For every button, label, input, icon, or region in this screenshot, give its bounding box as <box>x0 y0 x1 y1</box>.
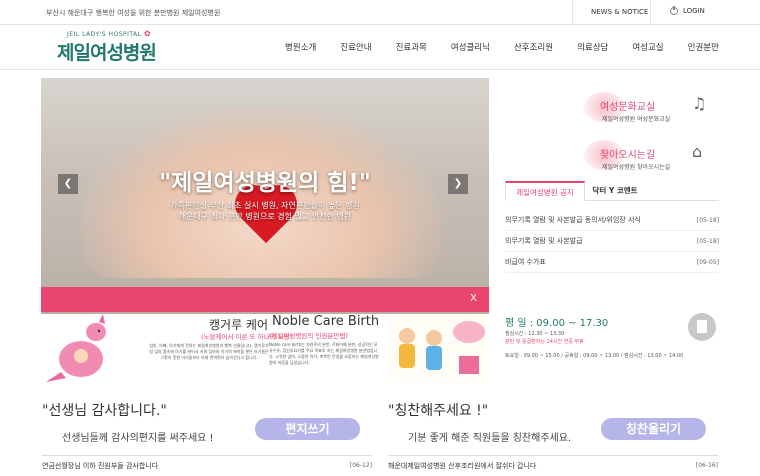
list-item[interactable]: 비급여 수가표 [09-05] <box>505 252 719 273</box>
letter-date: [06-12] <box>349 462 372 469</box>
praise-title: 해운대제일여성병원 산후조리원에서 잘쉬다 갑니다 <box>388 462 537 470</box>
nav-item[interactable]: 진료과목 <box>396 41 427 53</box>
noble-subtitle: (제일여성병원의 인권분만법) <box>269 332 348 340</box>
hospital-logo[interactable]: JEIL LADY'S HOSPITAL ✿ 제일여성병원 <box>57 29 157 65</box>
thanks-section: "선생님 감사합니다." 선생님들께 감사의편지를 써주세요 ! 편지쓰기 <box>42 400 372 444</box>
hero-subtext: 해운대구 최다 분만 병원으로 경험 많고 안전한 병원 <box>178 212 352 221</box>
news-notice-link[interactable]: NEWS & NOTICE <box>591 8 648 16</box>
nav-item[interactable]: 여성교실 <box>632 41 663 53</box>
hero-headline: "제일여성병원의 힘!" <box>159 170 371 196</box>
home-icon: ⌂ <box>692 142 703 161</box>
logo-korean: 제일여성병원 <box>57 42 157 64</box>
write-letter-button[interactable]: 편지쓰기 <box>255 418 360 440</box>
notice-title: 의무기록 열람 및 사본발급 동의서/위임장 서식 <box>505 216 641 224</box>
list-item[interactable]: 연금선월장님 이하 진원부들 감사합니다 [06-12] <box>42 455 372 475</box>
noble-body: Noble care birth는 자연주의 분만, 르봐이예 분만, 성공적인… <box>269 342 379 365</box>
nav-item[interactable]: 여성클리닉 <box>451 41 490 53</box>
logo-english: JEIL LADY'S HOSPITAL <box>67 31 142 38</box>
praise-section: "칭찬해주세요 !" 기분 좋게 해준 직원들을 칭찬해주세요. 칭찬올리기 <box>388 400 718 444</box>
letter-title: 연금선월장님 이하 진원부들 감사합니다 <box>42 462 159 470</box>
post-praise-button[interactable]: 칭찬올리기 <box>601 418 706 440</box>
login-label: LOGIN <box>683 7 705 15</box>
list-item[interactable]: 의무기록 열람 및 사본발급 [05-18] <box>505 231 719 252</box>
side-link-title: 찾아오시는길 <box>600 150 656 161</box>
side-link-desc: 제일여성병원 여성문화교실 <box>602 116 671 123</box>
divider <box>572 0 573 25</box>
side-link-title: 여성문화교실 <box>600 102 656 113</box>
nav-item[interactable]: 산후조리원 <box>514 41 553 53</box>
side-links: 여성문화교실 제일여성병원 여성문화교실 ♫ 찾아오시는길 제일여성병원 찾아오… <box>584 92 724 188</box>
prev-slide-button[interactable]: ❮ <box>58 174 78 194</box>
hero-slider: "제일여성병원의 힘!" 가족분만실 부산 최초 실시 병원, 자연분만율이 높… <box>41 78 489 314</box>
main-nav: 병원소개 진료안내 진료과목 여성클리닉 산후조리원 의료상담 여성교실 인권분… <box>285 41 743 53</box>
lunch-hours: 점심시간 : 12.30 ~ 13.30 <box>505 331 565 337</box>
header: JEIL LADY'S HOSPITAL ✿ 제일여성병원 병원소개 진료안내 … <box>0 25 760 70</box>
notice-date: [05-18] <box>696 217 719 224</box>
notice-date: [05-18] <box>696 238 719 245</box>
notice-list: 의무기록 열람 및 사본발급 동의서/위임장 서식 [05-18] 의무기록 열… <box>505 210 719 273</box>
banner-bar: X <box>41 287 489 312</box>
praise-quote: "칭찬해주세요 !" <box>388 403 489 419</box>
weekday-hours: 평 일 : 09.00 ~ 17.30 <box>505 318 609 329</box>
next-slide-button[interactable]: ❯ <box>448 174 468 194</box>
nav-item[interactable]: 병원소개 <box>285 41 316 53</box>
nav-item[interactable]: 인권분만 <box>688 41 719 53</box>
hero-subtext: 가족분만실 부산 최초 실시 병원, 자연분만율이 높은 병원 <box>170 201 360 210</box>
tab-doctor-comment[interactable]: 닥터 Y 코멘트 <box>585 181 645 201</box>
emergency-note: 분만 및 응급환자는 24시간 연중 무휴 <box>505 339 584 345</box>
tab-hospital-notice[interactable]: 제일여성병원 공지 <box>505 181 585 201</box>
notice-tabs: 제일여성병원 공지 닥터 Y 코멘트 <box>505 181 719 201</box>
praise-desc: 기분 좋게 해준 직원들을 칭찬해주세요. <box>408 433 572 444</box>
list-item[interactable]: 해운대제일여성병원 산후조리원에서 잘쉬다 갑니다 [06-16] <box>388 455 718 475</box>
document-icon[interactable] <box>688 313 716 341</box>
thanks-quote: "선생님 감사합니다." <box>42 403 167 419</box>
care-promo: 캥거루 케어 (노블케어서 이룬 또 하나의 사랑) 엄마, 아빠, 아기에게 … <box>41 314 489 384</box>
nav-item[interactable]: 진료안내 <box>340 41 371 53</box>
power-icon <box>670 6 678 15</box>
top-bar: 부산시 해운대구 행복한 여성을 위한 분만병원 제일여성병원 NEWS & N… <box>0 0 760 25</box>
flower-icon: ✿ <box>144 29 152 38</box>
notice-date: [09-05] <box>696 259 719 266</box>
music-icon: ♫ <box>692 94 707 113</box>
noble-title: Noble Care Birth <box>272 314 380 329</box>
family-illustration <box>389 316 487 382</box>
slogan-text: 부산시 해운대구 행복한 여성을 위한 분만병원 제일여성병원 <box>46 9 221 17</box>
notice-title: 비급여 수가표 <box>505 258 546 266</box>
praise-date: [06-16] <box>695 462 718 469</box>
login-link[interactable]: LOGIN <box>670 6 705 15</box>
thanks-desc: 선생님들께 감사의편지를 써주세요 ! <box>62 433 214 444</box>
close-button[interactable]: X <box>470 293 477 304</box>
list-item[interactable]: 의무기록 열람 및 사본발급 동의서/위임장 서식 [05-18] <box>505 210 719 231</box>
notice-title: 의무기록 열람 및 사본발급 <box>505 237 583 245</box>
side-link-desc: 제일여성병원 찾아오시는길 <box>602 164 671 171</box>
kangaroo-illustration <box>46 314 106 382</box>
weekend-hours: 토요일 : 09.00 ~ 15.00 / 공휴일 : 09.00 ~ 13.0… <box>505 353 684 359</box>
nav-item[interactable]: 의료상담 <box>577 41 608 53</box>
care-body: 엄마, 아빠, 아기에게 전하는 제일여성병원의 행복 선물입니다. 캥거루처럼… <box>149 343 269 360</box>
divider <box>650 0 651 25</box>
culture-class-link[interactable]: 여성문화교실 제일여성병원 여성문화교실 ♫ <box>584 92 724 140</box>
